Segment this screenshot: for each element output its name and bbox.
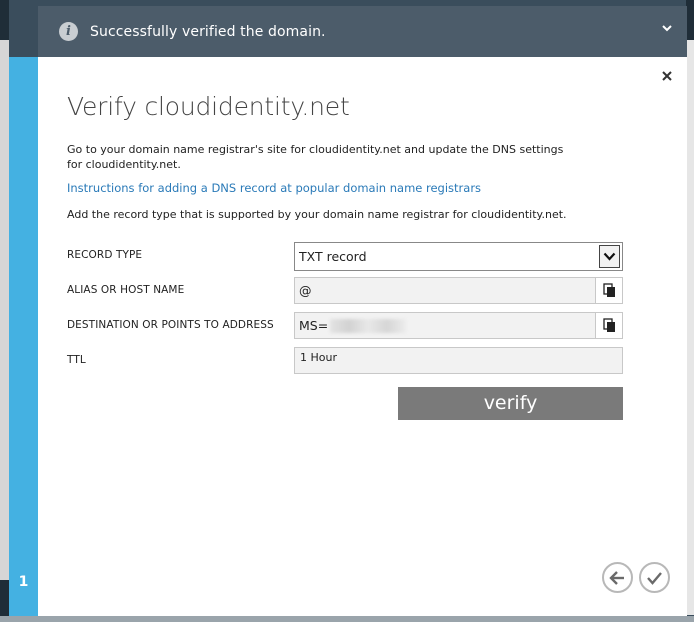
chevron-down-icon[interactable]: [661, 22, 673, 34]
background-panel-right: [686, 40, 694, 615]
background-panel-left: [0, 40, 9, 580]
record-type-select[interactable]: TXT record: [294, 242, 623, 271]
record-type-label: RECORD TYPE: [67, 249, 143, 261]
close-icon[interactable]: [660, 69, 674, 83]
complete-button[interactable]: [639, 562, 670, 593]
notification-message: Successfully verified the domain.: [90, 23, 326, 40]
destination-field[interactable]: MS=: [294, 312, 596, 339]
record-type-note: Add the record type that is supported by…: [67, 208, 567, 221]
dialog-description: Go to your domain name registrar's site …: [67, 143, 564, 171]
redacted-value: [330, 318, 407, 333]
copy-icon: [602, 283, 615, 297]
instructions-link[interactable]: Instructions for adding a DNS record at …: [67, 181, 481, 195]
back-button[interactable]: [602, 562, 633, 593]
notification-bar: i Successfully verified the domain.: [38, 6, 687, 57]
destination-value: MS=: [299, 318, 329, 333]
wizard-step-strip: 1: [9, 57, 38, 616]
background-footer: [0, 616, 694, 622]
ttl-label: TTL: [67, 354, 86, 366]
copy-icon: [602, 318, 615, 332]
ttl-field[interactable]: 1 Hour: [294, 347, 623, 374]
verify-button[interactable]: verify: [398, 387, 623, 420]
alias-field[interactable]: @: [294, 277, 596, 304]
checkmark-icon: [647, 571, 662, 585]
alias-value: @: [299, 283, 312, 298]
copy-alias-button[interactable]: [596, 277, 623, 304]
record-type-value: TXT record: [299, 249, 367, 264]
copy-destination-button[interactable]: [596, 312, 623, 339]
arrow-left-icon: [609, 570, 624, 585]
step-number: 1: [18, 574, 29, 590]
dialog-title: Verify cloudidentity.net: [67, 92, 350, 121]
chevron-down-icon: [603, 252, 616, 261]
dropdown-arrow-icon[interactable]: [599, 245, 620, 268]
alias-label: ALIAS OR HOST NAME: [67, 284, 185, 296]
info-icon: i: [59, 22, 78, 41]
destination-label: DESTINATION OR POINTS TO ADDRESS: [67, 319, 274, 331]
ttl-value: 1 Hour: [300, 351, 337, 364]
verify-domain-dialog: 1 Verify cloudidentity.net Go to your do…: [9, 57, 687, 616]
